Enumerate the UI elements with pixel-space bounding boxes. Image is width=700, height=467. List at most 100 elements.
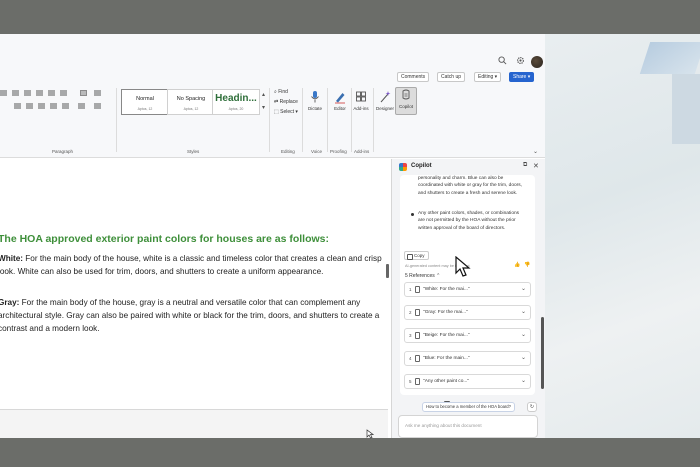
line-spacing-icon[interactable] [62,103,69,109]
copy-button[interactable]: Copy [404,251,429,260]
copilot-header: Copilot ⧉ ✕ [392,159,545,175]
editing-mode-button[interactable]: Editing ▾ [474,72,502,82]
proofing-group-label: Proofing [330,149,347,154]
document-icon [415,286,420,293]
sort-icon[interactable] [60,90,67,96]
styles-group-label: Styles [187,149,200,154]
align-center-icon[interactable] [26,103,33,109]
copilot-button[interactable]: Copilot [395,87,417,115]
chevron-down-icon[interactable]: ⌄ [521,308,526,315]
dictate-label: Dictate [307,106,322,111]
paragraph-list-row [0,90,110,98]
style-heading[interactable]: Headin... Aptos, 20 [212,89,260,115]
close-icon[interactable]: ✕ [533,162,539,170]
reference-text: "Blue: For the main..." [423,356,470,361]
expand-icon[interactable]: ⧉ [523,162,527,169]
reference-text: "Any other paint co..." [423,379,470,384]
references-toggle[interactable]: 5 References ⌃ [405,273,440,279]
comments-label: Comments [401,74,426,80]
reference-item[interactable]: 3 "Beige: For the mai..." ⌄ [404,328,531,343]
copilot-title: Copilot [411,163,432,169]
style-normal[interactable]: Normal Aptos, 12 [121,89,169,115]
align-left-icon[interactable] [14,103,21,109]
chevron-down-icon[interactable]: ⌄ [521,354,526,361]
style-font: Aptos, 20 [228,107,244,111]
avatar[interactable] [531,56,543,68]
copilot-label: Copilot [398,104,413,109]
reference-number: 2 [409,310,412,315]
ribbon-action-row: Comments Catch up Editing ▾ Share ▾ [0,70,545,84]
paragraph-white: White: For the main body of the house, w… [0,253,388,279]
thumbs-up-icon[interactable]: 👍 [514,262,520,268]
chevron-down-icon[interactable]: ⌄ [521,285,526,292]
justify-icon[interactable] [50,103,57,109]
borders-icon[interactable] [94,103,101,109]
add-ins-grid-icon [356,91,366,102]
chevron-down-icon[interactable]: ⌄ [521,377,526,384]
styles-scroll-down-icon[interactable]: ▾ [262,104,265,111]
ribbon: Paragraph Normal Aptos, 12 No Spacing Ap… [0,84,545,158]
voice-group-label: Voice [311,149,323,154]
find-button[interactable]: ⌕ Find [274,89,288,95]
replace-button[interactable]: ⇄ Replace [274,99,298,105]
select-label: Select [280,109,295,115]
word-window: Comments Catch up Editing ▾ Share ▾ Para… [0,34,545,438]
format-painter-icon[interactable] [80,90,87,96]
reference-item[interactable]: 2 "Gray: For the mai..." ⌄ [404,305,531,320]
reference-item[interactable]: 1 "White: For the mai..." ⌄ [404,282,531,297]
decrease-indent-icon[interactable] [36,90,43,96]
designer-label: Designer [375,106,394,111]
suggestion-chip[interactable]: How to become a member of the HOA board? [422,402,515,412]
catch-up-button[interactable]: Catch up [437,72,466,82]
reference-item[interactable]: 4 "Blue: For the main..." ⌄ [404,351,531,366]
align-right-icon[interactable] [38,103,45,109]
share-button[interactable]: Share ▾ [509,72,535,82]
reference-number: 5 [409,379,412,384]
copilot-ask-input[interactable]: Ask me anything about this document [398,415,538,438]
copilot-logo-icon [399,163,407,171]
editing-group-label: Editing [281,149,295,154]
reference-text: "White: For the mai..." [423,287,470,292]
paragraph-text: For the main body of the house, white is… [0,254,382,276]
designer-button[interactable]: Designer [374,90,396,111]
reference-number: 1 [409,287,412,292]
title-bar [0,34,545,70]
editor-button[interactable]: Editor [329,90,351,111]
copilot-scrollbar[interactable] [541,317,544,389]
reference-item[interactable]: 5 "Any other paint co..." ⌄ [404,374,531,389]
document-scrollbar[interactable] [386,264,389,278]
increase-indent-icon[interactable] [48,90,55,96]
editor-pen-icon [335,93,345,104]
mouse-pointer-icon [366,429,374,439]
settings-icon[interactable] [515,56,525,66]
reference-number: 3 [409,333,412,338]
reference-text: "Beige: For the mai..." [423,333,470,338]
dictate-button[interactable]: Dictate [304,90,326,111]
paragraph-gray: Gray: For the main body of the house, gr… [0,297,388,335]
thumbs-down-icon[interactable]: 👎 [524,262,530,268]
add-ins-button[interactable]: Add-ins [350,90,372,111]
ribbon-collapse-icon[interactable]: ⌄ [533,148,538,155]
document-canvas[interactable]: The HOA approved exterior paint colors f… [0,159,388,438]
search-icon[interactable] [497,56,507,66]
paragraph-group-label: Paragraph [52,149,74,154]
refresh-suggestions-icon[interactable]: ↻ [527,402,537,412]
mouse-pointer-icon [455,256,471,277]
paragraph-mark-icon[interactable] [94,90,101,96]
bullets-icon[interactable] [0,90,7,96]
multilevel-list-icon[interactable] [24,90,31,96]
designer-wand-icon [380,91,391,103]
references-label: 5 References [405,273,435,279]
style-name: No Spacing [176,96,206,102]
microphone-icon [311,91,319,103]
numbering-icon[interactable] [12,90,19,96]
style-font: Aptos, 12 [183,107,199,111]
shading-icon[interactable] [78,103,85,109]
ribbon-separator [116,88,117,152]
chevron-down-icon[interactable]: ⌄ [521,331,526,338]
select-button[interactable]: ⬚ Select ▾ [274,109,298,115]
style-no-spacing[interactable]: No Spacing Aptos, 12 [167,89,215,115]
styles-scroll-up-icon[interactable]: ▴ [262,91,265,98]
response-bullet-text: Any other paint colors, shades, or combi… [418,211,520,231]
comments-button[interactable]: Comments [397,72,430,82]
